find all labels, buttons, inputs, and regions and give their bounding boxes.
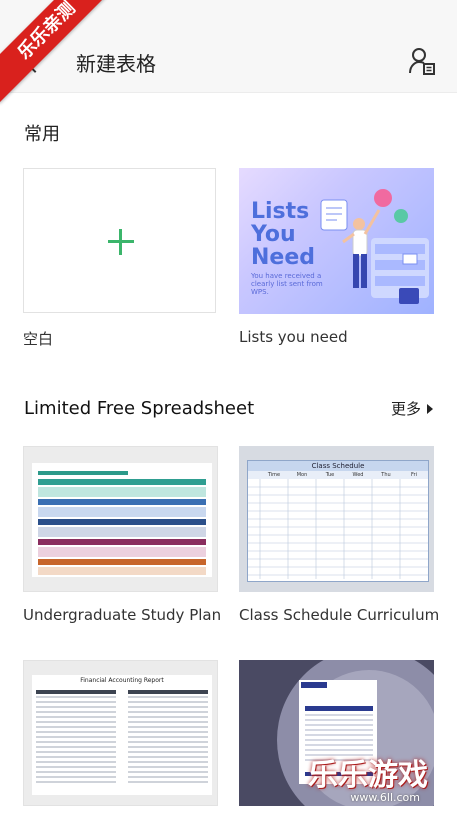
schedule-thumb-header: Time Mon Tue Wed Thu Fri	[248, 471, 428, 479]
schedule-grid	[248, 479, 428, 579]
page-title: 新建表格	[76, 52, 156, 76]
more-link[interactable]: 更多	[391, 398, 433, 419]
triangle-right-icon	[427, 404, 433, 414]
invoice-template-card[interactable]: 乐乐游戏 www.6ll.com	[239, 660, 434, 806]
class-schedule-template-card[interactable]: Class Schedule Time Mon Tue Wed Thu Fri	[239, 446, 434, 592]
lists-template-card[interactable]: Lists You Need You have received a clear…	[239, 168, 434, 314]
study-plan-thumbnail	[32, 463, 212, 577]
watermark-url: www.6ll.com	[350, 791, 420, 804]
watermark-logo: 乐乐游戏	[308, 758, 428, 793]
study-plan-template-card[interactable]	[23, 446, 218, 592]
section-free-title: Limited Free Spreadsheet	[24, 398, 255, 419]
lists-template-label: Lists you need	[239, 328, 348, 346]
finance-thumb-title: Financial Accounting Report	[80, 677, 164, 684]
person-with-documents-illustration	[320, 189, 429, 304]
user-doc-icon[interactable]	[408, 46, 436, 76]
class-schedule-label: Class Schedule Curriculum	[239, 606, 440, 624]
schedule-thumb-title: Class Schedule	[248, 461, 428, 471]
blank-template-label: 空白	[23, 330, 54, 348]
financial-report-template-card[interactable]: Financial Accounting Report	[23, 660, 218, 806]
lists-headline: Lists You Need	[251, 199, 316, 270]
blank-template-card[interactable]	[23, 168, 216, 313]
finance-grid	[36, 690, 208, 783]
section-common-title: 常用	[24, 124, 60, 145]
study-plan-label: Undergraduate Study Plan	[23, 606, 222, 624]
